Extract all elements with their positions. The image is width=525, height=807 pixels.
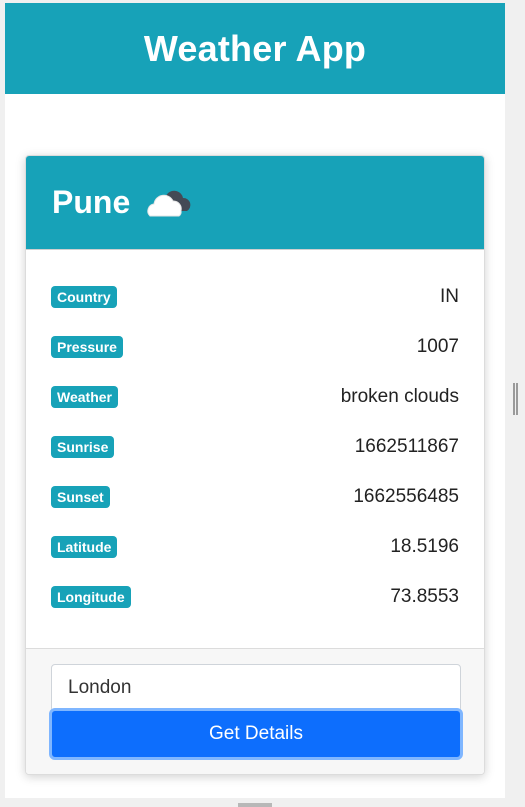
country-value: IN (440, 286, 459, 307)
longitude-badge: Longitude (51, 586, 131, 608)
weather-value: broken clouds (340, 386, 459, 407)
pressure-badge: Pressure (51, 336, 123, 358)
country-badge: Country (51, 286, 117, 308)
longitude-value: 73.8553 (390, 586, 459, 607)
card-header: Pune (26, 156, 484, 250)
bottom-grip-handle[interactable] (238, 803, 272, 807)
sunset-value: 1662556485 (353, 486, 459, 507)
detail-row-country: Country IN (51, 272, 459, 322)
sunrise-value: 1662511867 (354, 436, 459, 457)
detail-row-sunset: Sunset 1662556485 (51, 472, 459, 522)
app-title: Weather App (143, 27, 367, 69)
sunrise-badge: Sunrise (51, 436, 115, 458)
detail-row-pressure: Pressure 1007 (51, 322, 459, 372)
app-header: Weather App (5, 3, 505, 94)
pressure-value: 1007 (416, 336, 459, 357)
card-footer: Get Details (26, 648, 484, 774)
detail-row-latitude: Latitude 18.5196 (51, 522, 459, 572)
weather-badge: Weather (51, 386, 118, 408)
detail-row-longitude: Longitude 73.8553 (51, 572, 459, 622)
weather-card: Pune Country IN Pressure 1007 Weather br… (25, 155, 485, 775)
get-details-button[interactable]: Get Details (49, 708, 463, 760)
city-name: Pune (52, 184, 131, 220)
detail-row-sunrise: Sunrise 1662511867 (51, 422, 459, 472)
latitude-value: 18.5196 (390, 536, 459, 557)
sunset-badge: Sunset (51, 486, 110, 508)
latitude-badge: Latitude (51, 536, 118, 558)
cloud-icon (144, 186, 200, 220)
details-list: Country IN Pressure 1007 Weather broken … (26, 250, 484, 622)
city-input[interactable] (51, 664, 461, 712)
detail-row-weather: Weather broken clouds (51, 372, 459, 422)
app-viewport: Weather App Pune Country IN Pressure 100… (5, 3, 505, 798)
resize-handle[interactable] (513, 383, 518, 415)
